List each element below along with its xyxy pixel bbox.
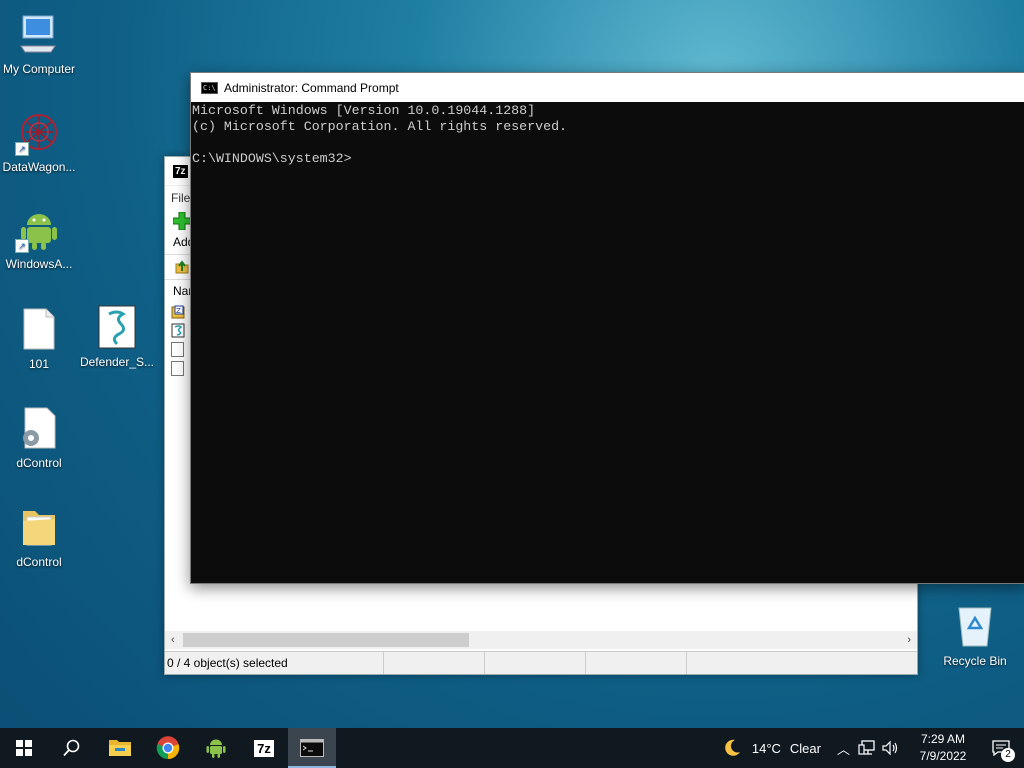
- desktop-icon-recycle-bin[interactable]: Recycle Bin: [937, 602, 1013, 668]
- android-icon: [206, 739, 226, 758]
- script-icon: [93, 303, 141, 351]
- taskbar-command-prompt[interactable]: [288, 728, 336, 768]
- notification-center-button[interactable]: 2: [978, 728, 1024, 768]
- start-button[interactable]: [0, 728, 48, 768]
- desktop-icon-defender[interactable]: Defender_S...: [79, 303, 155, 369]
- shortcut-arrow-icon: ↗: [15, 142, 29, 156]
- folder-icon: [15, 503, 63, 551]
- status-selection: 0 / 4 object(s) selected: [165, 652, 384, 674]
- system-tray: 14°C Clear ︿ 7:29 AM 7/9/2022 2: [722, 728, 1024, 768]
- android-icon: ↗: [15, 205, 63, 253]
- folder-up-icon[interactable]: [175, 260, 189, 274]
- desktop-icon-label: Defender_S...: [79, 355, 155, 369]
- desktop-icon-label: DataWagon...: [2, 160, 76, 174]
- desktop-icon-label: dControl: [16, 456, 62, 470]
- taskbar: 7z 14°C Clear ︿ 7:29 AM 7/9/2022 2: [0, 728, 1024, 768]
- menu-file[interactable]: File: [171, 191, 190, 205]
- desktop-icon-101[interactable]: 101: [1, 305, 77, 371]
- desktop-icon-label: Recycle Bin: [943, 654, 1007, 668]
- cmd-icon: C:\: [201, 81, 218, 94]
- recycle-bin-icon: [951, 602, 999, 650]
- chrome-icon: [156, 736, 180, 760]
- console-output[interactable]: Microsoft Windows [Version 10.0.19044.12…: [191, 102, 1024, 167]
- clock-date: 7/9/2022: [919, 749, 967, 763]
- taskbar-7zip[interactable]: 7z: [240, 728, 288, 768]
- search-icon: [63, 739, 80, 757]
- search-button[interactable]: [48, 728, 96, 768]
- network-icon[interactable]: [858, 740, 876, 756]
- moon-weather-icon[interactable]: [722, 738, 742, 758]
- shortcut-arrow-icon: ↗: [15, 239, 29, 253]
- 7zip-icon: 7z: [173, 164, 188, 178]
- status-cell: [384, 652, 485, 674]
- notification-count-badge: 2: [1001, 748, 1015, 762]
- status-cell: [485, 652, 586, 674]
- file-icon: [15, 305, 63, 353]
- status-cell: [586, 652, 687, 674]
- svg-text:Z: Z: [176, 307, 181, 315]
- desktop-icon-label: WindowsA...: [5, 257, 73, 271]
- zip-archive-icon: Z: [171, 305, 185, 318]
- taskbar-chrome[interactable]: [144, 728, 192, 768]
- file-explorer-icon: [109, 740, 131, 756]
- window-title: Administrator: Command Prompt: [224, 80, 399, 95]
- settings-file-icon: [15, 404, 63, 452]
- scroll-right-icon[interactable]: ›: [907, 634, 911, 646]
- desktop-icon-label: dControl: [16, 555, 62, 569]
- desktop-icon-label: My Computer: [2, 62, 76, 76]
- taskbar-android[interactable]: [192, 728, 240, 768]
- file-icon: [171, 342, 184, 357]
- desktop-icon-dcontrol-folder[interactable]: dControl: [1, 503, 77, 569]
- desktop-icon-label: 101: [28, 357, 50, 371]
- console-prompt[interactable]: C:\WINDOWS\system32>: [192, 151, 1024, 167]
- desktop-icon-datawagon[interactable]: ↗ DataWagon...: [1, 108, 77, 174]
- console-line: Microsoft Windows [Version 10.0.19044.12…: [192, 103, 536, 118]
- desktop-icon-my-computer[interactable]: My Computer: [1, 10, 77, 76]
- scroll-left-icon[interactable]: ‹: [171, 634, 175, 646]
- weather-temperature[interactable]: 14°C: [752, 741, 781, 756]
- 7zip-icon: 7z: [254, 739, 274, 757]
- windows-start-icon: [16, 740, 32, 756]
- desktop-icon-windowsa[interactable]: ↗ WindowsA...: [1, 205, 77, 271]
- datawagon-icon: ↗: [15, 108, 63, 156]
- add-icon: [172, 211, 192, 231]
- chevron-up-icon[interactable]: ︿: [837, 739, 850, 758]
- file-icon: [171, 361, 184, 376]
- scrollbar-thumb[interactable]: [183, 633, 469, 647]
- clock-time: 7:29 AM: [920, 732, 966, 746]
- script-file-icon: [171, 323, 185, 338]
- taskbar-file-explorer[interactable]: [96, 728, 144, 768]
- cmd-icon: [300, 739, 324, 757]
- volume-icon[interactable]: [882, 740, 900, 756]
- 7zip-statusbar: 0 / 4 object(s) selected: [165, 651, 917, 674]
- computer-icon: [15, 10, 63, 58]
- command-prompt-window[interactable]: C:\ Administrator: Command Prompt Micros…: [190, 72, 1024, 584]
- cmd-titlebar[interactable]: C:\ Administrator: Command Prompt: [191, 73, 1024, 102]
- horizontal-scrollbar[interactable]: ‹ ›: [165, 631, 917, 649]
- console-line: (c) Microsoft Corporation. All rights re…: [192, 119, 568, 134]
- desktop-icon-dcontrol-exe[interactable]: dControl: [1, 404, 77, 470]
- weather-description[interactable]: Clear: [790, 741, 821, 756]
- clock[interactable]: 7:29 AM 7/9/2022: [912, 731, 974, 765]
